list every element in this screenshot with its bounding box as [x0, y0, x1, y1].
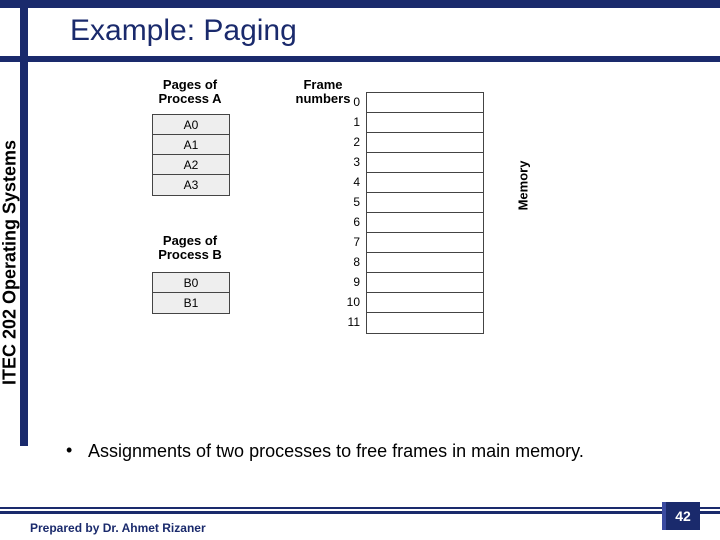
slide: ITEC 202 Operating Systems Example: Pagi…: [0, 0, 720, 540]
page-cell: A3: [153, 175, 229, 195]
memory-frame: [367, 233, 483, 253]
frame-number: 2: [340, 132, 360, 152]
memory-frame: [367, 193, 483, 213]
frame-number: 7: [340, 232, 360, 252]
frame-number: 6: [340, 212, 360, 232]
page-number: 42: [662, 502, 700, 530]
memory-stack: [366, 92, 484, 334]
memory-frame: [367, 113, 483, 133]
memory-frame: [367, 93, 483, 113]
memory-frame: [367, 153, 483, 173]
frame-number: 0: [340, 92, 360, 112]
frame-number: 10: [340, 292, 360, 312]
frame-number: 4: [340, 172, 360, 192]
frame-number: 5: [340, 192, 360, 212]
memory-frame: [367, 273, 483, 293]
memory-frame: [367, 133, 483, 153]
page-cell: B0: [153, 273, 229, 293]
page-cell: B1: [153, 293, 229, 313]
memory-frame: [367, 313, 483, 333]
footer-line: [0, 507, 720, 509]
memory-frame: [367, 213, 483, 233]
paging-diagram: Pages ofProcess A A0 A1 A2 A3 Pages ofPr…: [110, 78, 590, 418]
process-a-stack: A0 A1 A2 A3: [152, 114, 230, 196]
memory-frame: [367, 293, 483, 313]
frame-number: 8: [340, 252, 360, 272]
course-label-wrap: ITEC 202 Operating Systems: [4, 62, 22, 446]
bullet-dot: •: [66, 440, 88, 463]
pages-b-title: Pages ofProcess B: [150, 234, 230, 263]
slide-title: Example: Paging: [70, 14, 297, 48]
page-cell: A2: [153, 155, 229, 175]
bullet-block: • Assignments of two processes to free f…: [66, 440, 686, 463]
memory-label: Memory: [515, 161, 530, 211]
process-b-stack: B0 B1: [152, 272, 230, 314]
page-cell: A0: [153, 115, 229, 135]
frame-number: 9: [340, 272, 360, 292]
pages-a-title: Pages ofProcess A: [150, 78, 230, 107]
frame-numbers: 0 1 2 3 4 5 6 7 8 9 10 11: [340, 92, 360, 332]
top-accent-bar: [0, 0, 720, 8]
footer: Prepared by Dr. Ahmet Rizaner 42: [0, 508, 720, 540]
prepared-by: Prepared by Dr. Ahmet Rizaner: [30, 521, 206, 535]
frame-number: 3: [340, 152, 360, 172]
page-cell: A1: [153, 135, 229, 155]
bullet-text: Assignments of two processes to free fra…: [88, 440, 686, 463]
frame-number: 1: [340, 112, 360, 132]
title-underline: [0, 56, 720, 62]
memory-frame: [367, 173, 483, 193]
course-label: ITEC 202 Operating Systems: [0, 83, 21, 443]
frame-number: 11: [340, 312, 360, 332]
footer-line: [0, 511, 720, 514]
memory-frame: [367, 253, 483, 273]
